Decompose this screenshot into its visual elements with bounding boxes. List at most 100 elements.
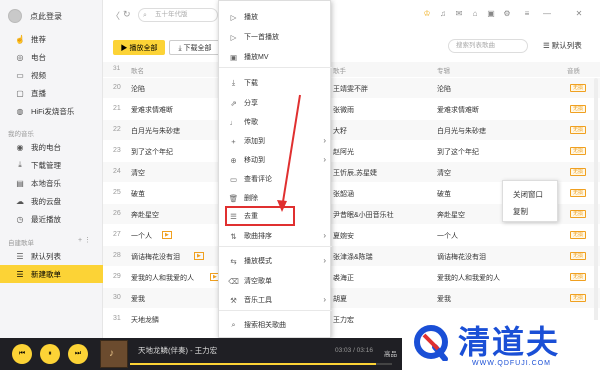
menu-item-label: 下一首播放 bbox=[244, 34, 279, 41]
submenu-arrow-icon: › bbox=[323, 295, 326, 304]
row-number: 20 bbox=[113, 84, 121, 91]
sidebar-item-download[interactable]: ⤓ 下载管理 bbox=[0, 156, 103, 174]
menu-item-play-mode[interactable]: ⇆ 播放模式 › bbox=[219, 251, 332, 271]
header-artist[interactable]: 歌手 bbox=[333, 65, 346, 75]
search-input[interactable]: ⌕ 五十年代版 bbox=[138, 8, 218, 22]
minimize-icon[interactable]: — bbox=[542, 9, 552, 19]
header-quality[interactable]: 音质 bbox=[567, 65, 580, 75]
my-music-section-label: 我的音乐 bbox=[8, 131, 34, 138]
table-row[interactable]: 30 爱我 胡夏 爱我 无损 bbox=[103, 288, 600, 308]
mv-icon[interactable]: ▶ bbox=[194, 252, 204, 260]
table-row[interactable]: 21 爱难求情难断 张微雨 爱难求情难断 无损 bbox=[103, 99, 600, 119]
quality-badge: 无损 bbox=[570, 294, 587, 302]
download-all-button[interactable]: ⤓ 下载全部 bbox=[169, 40, 221, 55]
menu-item-dedupe[interactable]: ☰ 去重 bbox=[225, 206, 295, 226]
sidebar-item-video[interactable]: ▭ 视频 bbox=[0, 66, 103, 84]
sidebar-item-local[interactable]: ▤ 本地音乐 bbox=[0, 174, 103, 192]
album-cover[interactable]: ♪ bbox=[100, 340, 128, 368]
scrollbar[interactable] bbox=[594, 78, 598, 328]
table-row[interactable]: 28 谪诘梅花没有泪 ▶ 张津涤&陈瑞 谪诘梅花没有泪 无损 bbox=[103, 246, 600, 266]
back-button[interactable]: 〈 bbox=[111, 9, 120, 22]
song-title: 白月光与朱砂痣 bbox=[131, 128, 180, 135]
download-icon: ⤓ bbox=[231, 78, 236, 87]
menu-item-comment[interactable]: ▭ 查看评论 bbox=[219, 169, 332, 189]
sidebar-item-hifi[interactable]: ◍ HiFi发烧音乐 bbox=[0, 102, 103, 120]
delete-icon: 🗑 bbox=[228, 193, 239, 203]
sidebar-item-cloud[interactable]: ☁ 我的云盘 bbox=[0, 192, 103, 210]
play-all-button[interactable]: ▶ 播放全部 bbox=[113, 40, 165, 55]
table-row[interactable]: 24 清空 王忻辰,苏星婕 清空 无损 bbox=[103, 162, 600, 182]
top-bar: 〈 ↻ ⌕ 五十年代版 ♔ ♫ ✉ ⌂ ▣ ⚙ ≡ — ✕ bbox=[103, 0, 600, 30]
menu-item-download[interactable]: ⤓ 下载 bbox=[219, 73, 332, 93]
quality-badge: 无损 bbox=[570, 168, 587, 176]
menu-separator bbox=[219, 310, 332, 311]
headphone-icon[interactable]: ♫ bbox=[438, 9, 448, 19]
table-row[interactable]: 23 到了这个年纪 赵阿光 到了这个年纪 无损 bbox=[103, 141, 600, 161]
song-title: 谪诘梅花没有泪 bbox=[131, 254, 180, 261]
menu-item-clear[interactable]: ⌫ 清空歌单 bbox=[219, 271, 332, 291]
menu-item-delete[interactable]: 🗑 删除 bbox=[219, 188, 332, 208]
previous-button[interactable]: ⏮ bbox=[12, 344, 32, 364]
song-title: 爱我 bbox=[131, 296, 145, 303]
quality-toggle[interactable]: 高品 bbox=[384, 348, 397, 358]
gift-icon[interactable]: ⌂ bbox=[470, 9, 480, 19]
next-button[interactable]: ⏭ bbox=[68, 344, 88, 364]
table-row[interactable]: 20 沦陷 王靖雯不胖 沦陷 无损 bbox=[103, 78, 600, 98]
menu-item-label: 搜索相关歌曲 bbox=[244, 322, 286, 329]
menu-item-lyrics[interactable]: ♩ 传歌 bbox=[219, 112, 332, 132]
menu-item-label: 音乐工具 bbox=[244, 297, 272, 304]
sidebar-item-label: 默认列表 bbox=[31, 251, 61, 261]
menu-item-label: 去重 bbox=[244, 213, 258, 220]
menu-item-tools[interactable]: ⚒ 音乐工具 › bbox=[219, 290, 332, 310]
mini-mode-icon[interactable]: ▣ bbox=[486, 9, 496, 19]
pause-button[interactable]: ⏸ bbox=[40, 344, 60, 364]
table-row[interactable]: 29 爱我的人和我爱的人 ▶ 裘海正 爱我的人和我爱的人 无损 bbox=[103, 267, 600, 287]
menu-item-label: 播放 bbox=[244, 14, 258, 21]
menu-item-search[interactable]: ⌕ 搜索相关歌曲 bbox=[219, 315, 332, 335]
menu-icon[interactable]: ≡ bbox=[522, 9, 532, 19]
table-row[interactable]: 22 白月光与朱砂痣 大籽 白月光与朱砂痣 无损 bbox=[103, 120, 600, 140]
submenu-arrow-icon: › bbox=[323, 256, 326, 265]
settings-icon[interactable]: ⚙ bbox=[502, 9, 512, 19]
close-icon[interactable]: ✕ bbox=[574, 9, 584, 19]
menu-item-move[interactable]: ⊕ 移动到 › bbox=[219, 150, 332, 170]
menu-item-sort[interactable]: ⇅ 歌曲排序 › bbox=[219, 226, 332, 246]
now-playing-title[interactable]: 天地龙鳞(伴奏) - 王力宏 bbox=[138, 345, 217, 356]
batch-button[interactable]: ☰ 默认列表 bbox=[543, 40, 582, 51]
skin-icon[interactable]: ♔ bbox=[422, 9, 432, 19]
header-album[interactable]: 专辑 bbox=[437, 65, 450, 75]
playback-time: 03:03 / 03:16 bbox=[335, 347, 373, 354]
sidebar-item-new-list[interactable]: ☰ 新建歌单 bbox=[0, 265, 103, 283]
music-app-window: 点此登录 ☝ 推荐 ◎ 电台 ▭ 视频 ▢ 直播 ◍ HiFi发烧音乐 我的音乐… bbox=[0, 0, 600, 370]
mv-icon[interactable]: ▶ bbox=[162, 231, 172, 239]
mail-icon[interactable]: ✉ bbox=[454, 9, 464, 19]
sidebar-item-my-radio[interactable]: ◉ 我的电台 bbox=[0, 138, 103, 156]
song-album: 爱难求情难断 bbox=[437, 107, 479, 114]
menu-item-next-play[interactable]: ▷ 下一首播放 bbox=[219, 27, 332, 47]
sidebar-item-default-list[interactable]: ☰ 默认列表 bbox=[0, 247, 103, 265]
list-search-input[interactable]: 搜索列表歌曲 bbox=[448, 39, 528, 53]
playlist-actions[interactable]: + ⋮ bbox=[78, 236, 91, 244]
refresh-button[interactable]: ↻ bbox=[123, 9, 131, 20]
next-play-icon: ▷ bbox=[230, 32, 237, 42]
menu-item-add[interactable]: + 添加到 › bbox=[219, 131, 332, 151]
song-title: 爱我的人和我爱的人 bbox=[131, 275, 194, 282]
sidebar-item-live[interactable]: ▢ 直播 bbox=[0, 84, 103, 102]
menu-item-share[interactable]: ⇗ 分享 bbox=[219, 93, 332, 113]
sidebar-item-radio[interactable]: ◎ 电台 bbox=[0, 48, 103, 66]
progress-bar[interactable] bbox=[130, 363, 392, 365]
menu-item-play[interactable]: ▷ 播放 bbox=[219, 7, 332, 27]
sidebar-item-recommend[interactable]: ☝ 推荐 bbox=[0, 30, 103, 48]
menu-item-mv[interactable]: ▣ 播放MV bbox=[219, 47, 332, 67]
close-window-item[interactable]: 关闭窗口 bbox=[513, 189, 543, 200]
header-song[interactable]: 歌名 bbox=[131, 65, 144, 75]
row-number: 26 bbox=[113, 210, 121, 217]
avatar[interactable] bbox=[8, 9, 22, 23]
copy-item[interactable]: 复制 bbox=[513, 206, 528, 217]
sidebar-item-recent[interactable]: ◷ 最近播放 bbox=[0, 210, 103, 228]
login-link[interactable]: 点此登录 bbox=[30, 11, 62, 22]
table-row[interactable]: 27 一个人 ▶ 夏婉安 一个人 无损 bbox=[103, 225, 600, 245]
song-artist: 张韶涵 bbox=[333, 191, 354, 198]
mv-icon: ▣ bbox=[229, 52, 238, 62]
user-login-row[interactable]: 点此登录 bbox=[8, 8, 62, 24]
